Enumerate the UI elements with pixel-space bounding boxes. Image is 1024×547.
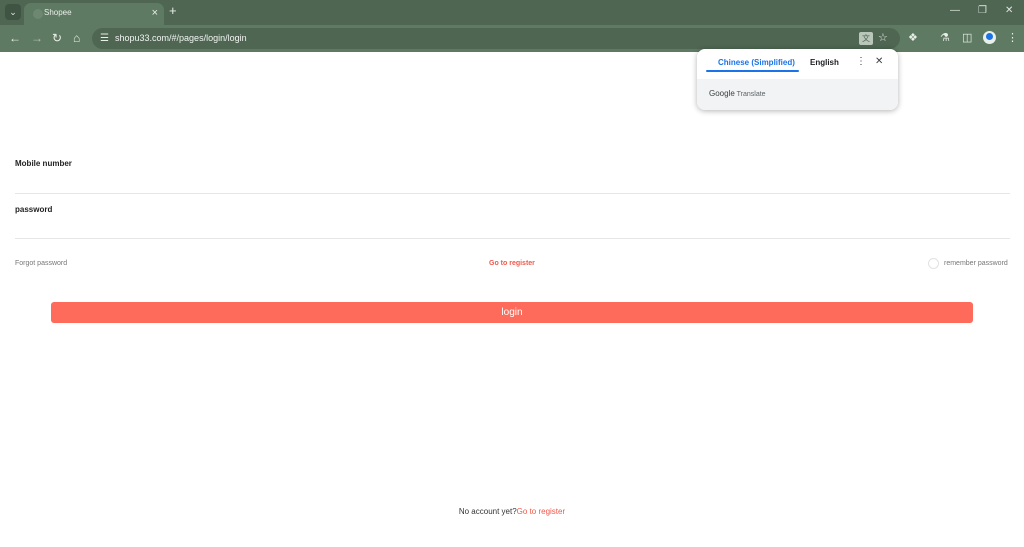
translate-popup: Chinese (Simplified) English ⋮ ✕ Google … <box>697 49 898 110</box>
extensions-icon[interactable]: ❖ <box>908 31 918 45</box>
window-close-icon[interactable]: ✕ <box>1005 5 1013 17</box>
tab-close-icon[interactable]: × <box>152 6 158 20</box>
reload-icon[interactable]: ↻ <box>52 31 62 45</box>
site-settings-icon[interactable]: ☰ <box>100 32 109 45</box>
profile-icon[interactable] <box>983 31 996 44</box>
password-input[interactable] <box>15 218 1010 236</box>
forgot-password-link[interactable]: Forgot password <box>15 260 67 267</box>
mobile-number-input[interactable] <box>15 172 1010 190</box>
bottom-register-link[interactable]: Go to register <box>517 507 565 516</box>
side-panel-icon[interactable]: ◫ <box>962 31 972 45</box>
register-prompt: No account yet?Go to register <box>0 507 1024 516</box>
remember-password-checkbox[interactable] <box>928 258 939 269</box>
forward-icon[interactable]: → <box>31 31 43 45</box>
tab-search-icon[interactable]: ⌄ <box>5 4 21 20</box>
tab-strip: ⌄ Shopee × + — ❐ ✕ <box>0 0 1024 25</box>
translate-target-language-tab[interactable]: English <box>810 58 839 67</box>
no-account-text: No account yet? <box>458 507 517 516</box>
translate-icon[interactable]: 文 <box>859 32 873 45</box>
browser-tab[interactable]: Shopee × <box>24 3 164 25</box>
url-text[interactable]: shopu33.com/#/pages/login/login <box>115 33 247 43</box>
more-options-icon[interactable]: ⋮ <box>856 56 866 67</box>
favicon-icon <box>33 9 43 19</box>
close-icon[interactable]: ✕ <box>875 56 883 67</box>
restore-icon[interactable]: ❐ <box>978 5 987 17</box>
translate-brand-text: Translate <box>736 91 766 98</box>
home-icon[interactable]: ⌂ <box>73 31 80 45</box>
menu-icon[interactable]: ⋮ <box>1007 31 1018 45</box>
translate-footer: Google Translate <box>697 79 898 110</box>
minimize-icon[interactable]: — <box>950 5 960 17</box>
tab-title: Shopee <box>44 8 72 17</box>
browser-toolbar: ← → ↻ ⌂ ☰ shopu33.com/#/pages/login/logi… <box>0 25 1024 52</box>
active-tab-indicator <box>706 70 799 72</box>
translate-source-language-tab[interactable]: Chinese (Simplified) <box>718 58 795 67</box>
address-bar[interactable]: ☰ shopu33.com/#/pages/login/login 文 ☆ <box>92 28 900 49</box>
login-button[interactable]: login <box>51 302 973 323</box>
remember-password-label[interactable]: remember password <box>944 260 1008 267</box>
labs-icon[interactable]: ⚗ <box>940 31 950 45</box>
mobile-number-divider <box>15 193 1010 194</box>
password-divider <box>15 238 1010 239</box>
password-label: password <box>15 205 53 214</box>
bookmark-star-icon[interactable]: ☆ <box>878 31 888 45</box>
google-translate-brand: Google Translate <box>709 89 766 98</box>
new-tab-icon[interactable]: + <box>169 4 177 18</box>
mobile-number-label: Mobile number <box>15 159 72 168</box>
google-brand-text: Google <box>709 89 735 98</box>
back-icon[interactable]: ← <box>9 31 21 45</box>
go-to-register-link[interactable]: Go to register <box>489 260 535 267</box>
